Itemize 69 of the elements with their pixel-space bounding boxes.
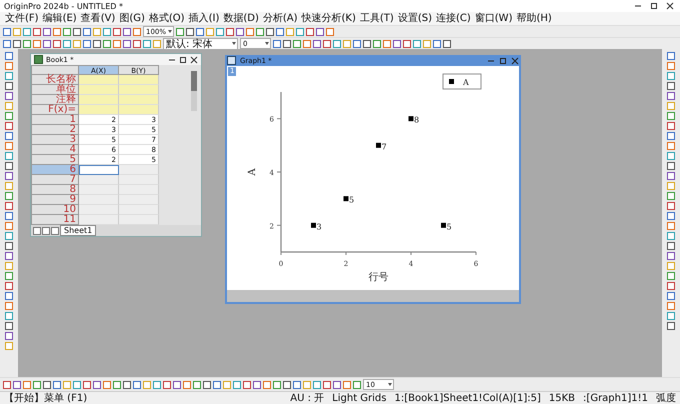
data-label: 8 [414, 116, 420, 125]
row-label: F(x)= [31, 105, 79, 115]
data-label: 3 [316, 222, 322, 232]
menu-item[interactable]: 分析(A) [262, 12, 299, 24]
label-cell[interactable] [119, 105, 159, 115]
y-axis-title: A [247, 168, 258, 176]
scrollbar[interactable] [191, 71, 197, 111]
menu-item[interactable]: 帮助(H) [515, 12, 553, 24]
menu-item[interactable]: 编辑(E) [42, 12, 78, 24]
row-number[interactable]: 5 [31, 155, 79, 165]
data-point [311, 222, 316, 228]
row-number[interactable]: 1 [31, 115, 79, 125]
data-point [376, 142, 381, 148]
status-item: 15KB [548, 392, 576, 404]
data-point [441, 222, 446, 228]
menu-item[interactable]: 数据(D) [222, 12, 260, 24]
menu-item[interactable]: 插入(I) [188, 12, 220, 24]
restore-icon[interactable] [179, 56, 187, 64]
close-icon[interactable] [190, 56, 198, 64]
menu-item[interactable]: 文件(F) [4, 12, 40, 24]
workbook-icon [34, 55, 43, 64]
label-cell[interactable] [79, 95, 119, 105]
data-point [408, 116, 414, 122]
menu-item[interactable]: 工具(T) [358, 12, 395, 24]
status-item: Light Grids [332, 392, 386, 404]
label-cell[interactable] [119, 75, 159, 85]
row-number[interactable]: 10 [31, 205, 79, 215]
status-item: :[Graph1]1!1 [583, 392, 648, 404]
x-axis-title: 行号 [368, 272, 388, 283]
row-number[interactable]: 9 [31, 195, 79, 205]
label-cell[interactable] [119, 95, 159, 105]
row-number[interactable]: 11 [31, 215, 79, 225]
menu-item[interactable]: 图(G) [118, 12, 146, 24]
data-label: 7 [382, 142, 387, 152]
label-cell[interactable] [79, 105, 119, 115]
row-number[interactable]: 4 [31, 145, 79, 155]
row-number[interactable]: 2 [31, 125, 79, 135]
label-cell[interactable] [79, 75, 119, 85]
row-number[interactable]: 7 [31, 175, 79, 185]
close-icon[interactable] [666, 2, 674, 10]
data-label: 5 [446, 222, 452, 232]
label-cell[interactable] [119, 85, 159, 95]
restore-icon[interactable] [650, 2, 658, 10]
data-label: 5 [349, 196, 354, 205]
row-label: 单位 [31, 85, 79, 95]
window-title: OriginPro 2024b - UNTITLED * [4, 2, 124, 10]
label-cell[interactable] [79, 85, 119, 95]
status-text: 【开始】菜单 (F1) [4, 392, 88, 404]
legend-label: A [463, 78, 469, 87]
corner-cell[interactable] [31, 65, 79, 75]
status-item: AU : 开 [290, 392, 324, 404]
row-label: 长名称 [31, 75, 79, 85]
legend-box[interactable] [442, 74, 482, 90]
menu-item[interactable]: 格式(O) [148, 12, 186, 24]
legend-symbol-icon [449, 79, 454, 84]
row-number[interactable]: 3 [31, 135, 79, 145]
row-number[interactable]: 8 [31, 185, 79, 195]
status-item: 弧度 [656, 392, 676, 404]
graph-icon [227, 56, 236, 65]
menu-item[interactable]: 连接(C) [434, 12, 472, 24]
status-item: 1:[Book1]Sheet1!Col(A)[1]:5] [394, 392, 541, 404]
data-point [344, 196, 348, 202]
menu-item[interactable]: 查看(V) [80, 12, 116, 24]
menu-item[interactable]: 设置(S) [396, 12, 433, 24]
menu-item[interactable]: 快速分析(K) [300, 12, 357, 24]
row-label: 注释 [31, 95, 79, 105]
sheet-tab[interactable]: Sheet1 [60, 225, 96, 236]
font-dropdown[interactable]: 默认: 宋体 [163, 38, 238, 50]
menu-item[interactable]: 窗口(W) [474, 12, 514, 24]
